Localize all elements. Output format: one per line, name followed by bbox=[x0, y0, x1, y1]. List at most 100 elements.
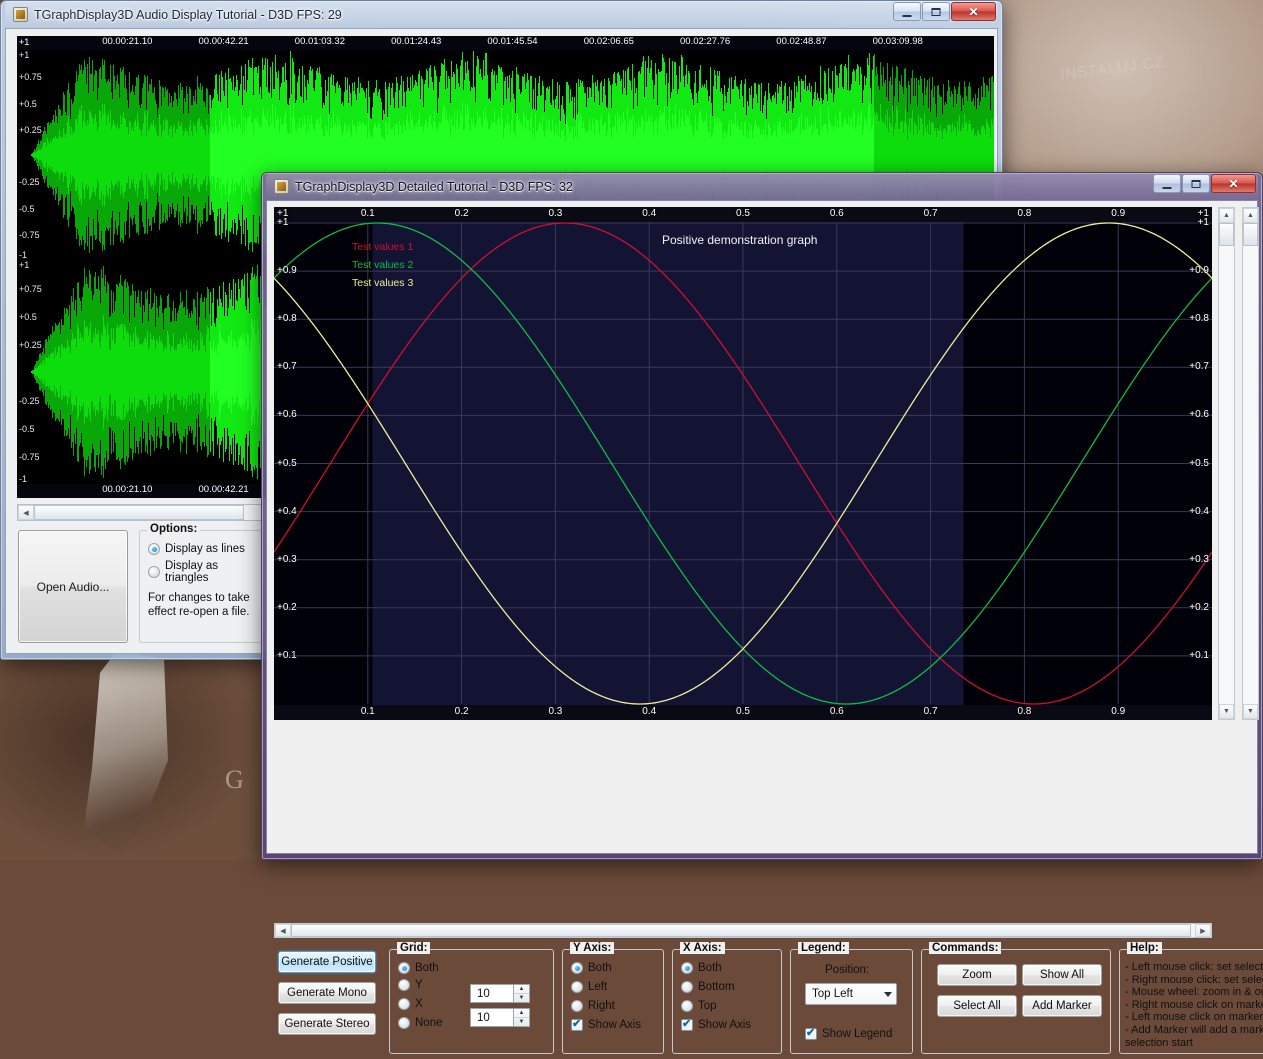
scroll-thumb[interactable] bbox=[34, 505, 244, 520]
grid-y-spin-down[interactable]: ▼ bbox=[514, 994, 529, 1002]
radio-grid-y[interactable]: Y bbox=[398, 979, 443, 991]
graph-horizontal-scrollbar[interactable]: ◀ ▶ bbox=[274, 923, 1212, 938]
graph-y-tick-label: +0.9 bbox=[277, 265, 297, 276]
scroll-thumb[interactable] bbox=[291, 924, 1191, 937]
radio-yaxis-right[interactable]: Right bbox=[571, 1000, 641, 1012]
grid-x-spin-buttons[interactable]: ▲▼ bbox=[514, 1008, 530, 1027]
close-button[interactable]: ✕ bbox=[951, 2, 996, 21]
grid-x-spin-up[interactable]: ▲ bbox=[514, 1009, 529, 1018]
radio-label-grid-none: None bbox=[415, 1017, 443, 1029]
scroll-track[interactable] bbox=[291, 924, 1195, 937]
graph-y-tick-label: +0.7 bbox=[1189, 361, 1209, 372]
help-line: selection start bbox=[1125, 1037, 1263, 1050]
grid-x-stepper[interactable]: 10 ▲▼ bbox=[470, 1008, 530, 1027]
help-line: - Mouse wheel: zoom in & out bbox=[1125, 986, 1263, 999]
waveform-time-ruler: 00.00:21.1000.00:42.2100.01:03.3200.01:2… bbox=[17, 36, 994, 50]
scroll-thumb[interactable] bbox=[1219, 223, 1234, 246]
radio-display-as-triangles[interactable]: Display as triangles bbox=[148, 560, 261, 584]
radio-icon-xaxis-top bbox=[681, 1000, 693, 1012]
graph-x-tick-label: 0.3 bbox=[548, 208, 562, 219]
checkbox-yaxis-show[interactable]: Show Axis bbox=[571, 1019, 641, 1031]
minimize-button[interactable] bbox=[893, 2, 921, 21]
graph-x-tick-label: 0.1 bbox=[361, 208, 375, 219]
open-audio-button[interactable]: Open Audio... bbox=[18, 530, 128, 643]
grid-groupbox-title: Grid: bbox=[397, 942, 430, 954]
options-groupbox-title: Options: bbox=[147, 523, 200, 535]
scroll-track[interactable] bbox=[1243, 223, 1258, 704]
scroll-down-arrow[interactable]: ▼ bbox=[1243, 704, 1258, 719]
graph-vertical-scrollbar-2[interactable]: ▲ ▼ bbox=[1242, 207, 1259, 720]
radio-icon-grid-y bbox=[398, 979, 410, 991]
audio-window-title: TGraphDisplay3D Audio Display Tutorial -… bbox=[34, 8, 342, 22]
radio-icon-grid-x bbox=[398, 998, 410, 1010]
legend-item: Test values 1 bbox=[352, 241, 413, 253]
select-all-button[interactable]: Select All bbox=[937, 995, 1017, 1017]
scroll-left-arrow[interactable]: ◀ bbox=[275, 924, 291, 937]
grid-y-spin-buttons[interactable]: ▲▼ bbox=[514, 984, 530, 1003]
radio-icon-yaxis-right bbox=[571, 1000, 583, 1012]
detail-window-titlebar[interactable]: TGraphDisplay3D Detailed Tutorial - D3D … bbox=[266, 173, 1258, 200]
radio-xaxis-bottom[interactable]: Bottom bbox=[681, 981, 751, 993]
radio-yaxis-left[interactable]: Left bbox=[571, 981, 641, 993]
legend-position-value: Top Left bbox=[812, 988, 853, 1000]
generate-positive-button[interactable]: Generate Positive bbox=[278, 951, 376, 973]
scroll-up-arrow[interactable]: ▲ bbox=[1219, 208, 1234, 223]
legend-position-select[interactable]: Top Left bbox=[805, 983, 897, 1005]
close-icon: ✕ bbox=[968, 6, 978, 18]
scroll-thumb[interactable] bbox=[1243, 223, 1258, 246]
detail-window-buttons: ✕ bbox=[1152, 174, 1256, 193]
graph-y-tick-label: +1 bbox=[1198, 217, 1209, 228]
detailed-graph-window[interactable]: TGraphDisplay3D Detailed Tutorial - D3D … bbox=[261, 172, 1263, 860]
grid-y-stepper[interactable]: 10 ▲▼ bbox=[470, 984, 530, 1003]
waveform-amplitude-label: +1 bbox=[19, 50, 29, 60]
graph-y-tick-label: +0.8 bbox=[277, 313, 297, 324]
audio-window-titlebar[interactable]: TGraphDisplay3D Audio Display Tutorial -… bbox=[5, 1, 998, 28]
zoom-button[interactable]: Zoom bbox=[937, 964, 1017, 986]
graph-canvas[interactable]: 0.10.20.30.40.50.60.70.80.9+1+10.10.20.3… bbox=[274, 207, 1212, 720]
graph-x-tick-label: 0.2 bbox=[455, 706, 469, 717]
scroll-down-arrow[interactable]: ▼ bbox=[1219, 704, 1234, 719]
radio-xaxis-top[interactable]: Top bbox=[681, 1000, 751, 1012]
radio-label-yaxis-both: Both bbox=[588, 962, 612, 974]
scroll-track[interactable] bbox=[1219, 223, 1234, 704]
generate-stereo-button[interactable]: Generate Stereo bbox=[278, 1013, 376, 1035]
audio-window-buttons: ✕ bbox=[892, 2, 996, 21]
close-button[interactable]: ✕ bbox=[1211, 174, 1256, 193]
grid-groupbox: Grid: Both Y X bbox=[389, 949, 554, 1054]
radio-yaxis-both[interactable]: Both bbox=[571, 962, 641, 974]
graph-x-tick-label: 0.2 bbox=[455, 208, 469, 219]
scroll-left-arrow[interactable]: ◀ bbox=[18, 505, 34, 520]
grid-y-spin-up[interactable]: ▲ bbox=[514, 985, 529, 994]
radio-grid-x[interactable]: X bbox=[398, 998, 443, 1010]
checkbox-show-legend[interactable]: Show Legend bbox=[805, 1028, 892, 1040]
radio-display-as-lines[interactable]: Display as lines bbox=[148, 543, 261, 555]
checkbox-xaxis-show[interactable]: Show Axis bbox=[681, 1019, 751, 1031]
radio-icon-xaxis-bottom bbox=[681, 981, 693, 993]
radio-grid-both[interactable]: Both bbox=[398, 962, 443, 974]
radio-icon-grid-both bbox=[398, 962, 410, 974]
x-axis-groupbox: X Axis: Both Bottom Top bbox=[672, 949, 782, 1054]
radio-label-grid-y: Y bbox=[415, 979, 423, 991]
grid-y-value[interactable]: 10 bbox=[470, 984, 514, 1003]
waveform-amplitude-label: -1 bbox=[19, 474, 27, 484]
graph-vertical-scrollbar-1[interactable]: ▲ ▼ bbox=[1218, 207, 1235, 720]
radio-label-grid-x: X bbox=[415, 998, 423, 1010]
scroll-right-arrow[interactable]: ▶ bbox=[1195, 924, 1211, 937]
x-axis-groupbox-title: X Axis: bbox=[680, 942, 725, 954]
minimize-button[interactable] bbox=[1153, 174, 1181, 193]
desktop-letter-g: G bbox=[225, 765, 244, 795]
waveform-edge-label: +1 bbox=[19, 37, 991, 47]
add-marker-button[interactable]: Add Marker bbox=[1022, 995, 1102, 1017]
radio-grid-none[interactable]: None bbox=[398, 1017, 443, 1029]
maximize-button[interactable] bbox=[1182, 174, 1210, 193]
scroll-up-arrow[interactable]: ▲ bbox=[1243, 208, 1258, 223]
options-groupbox: Options: Display as lines Display as tri… bbox=[139, 530, 262, 643]
grid-x-value[interactable]: 10 bbox=[470, 1008, 514, 1027]
radio-icon-yaxis-left bbox=[571, 981, 583, 993]
graph-x-tick-label: 0.7 bbox=[924, 706, 938, 717]
show-all-button[interactable]: Show All bbox=[1022, 964, 1102, 986]
generate-mono-button[interactable]: Generate Mono bbox=[278, 982, 376, 1004]
grid-x-spin-down[interactable]: ▼ bbox=[514, 1018, 529, 1026]
radio-xaxis-both[interactable]: Both bbox=[681, 962, 751, 974]
maximize-button[interactable] bbox=[922, 2, 950, 21]
